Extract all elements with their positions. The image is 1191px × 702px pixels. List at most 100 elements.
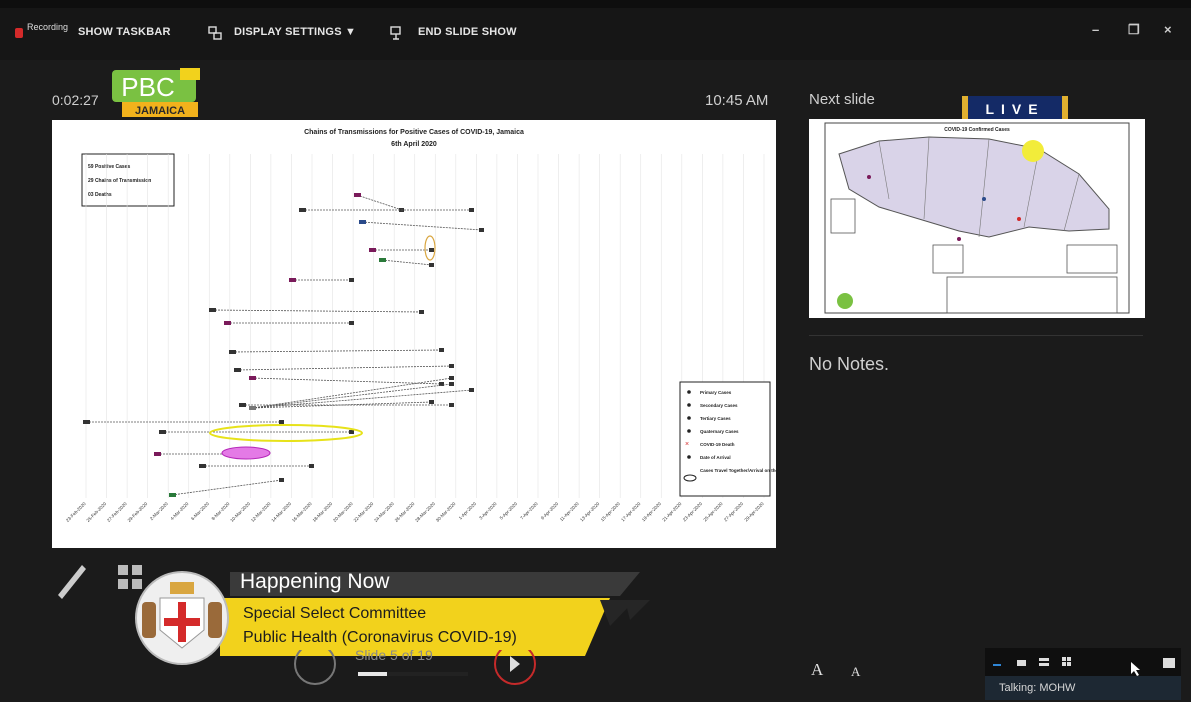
date-label: 12-Mar-2020	[250, 501, 272, 523]
minimize-button[interactable]: –	[1092, 22, 1099, 37]
case-marker	[419, 310, 424, 314]
case-marker	[369, 248, 376, 252]
case-marker	[449, 382, 454, 386]
display-settings-button[interactable]: DISPLAY SETTINGS ▼	[234, 26, 356, 38]
case-marker	[83, 420, 90, 424]
next-slide-nav-icon[interactable]	[492, 650, 538, 686]
case-marker	[299, 208, 306, 212]
date-label: 27-Apr-2020	[723, 501, 745, 523]
slide-title: Chains of Transmissions for Positive Cas…	[304, 129, 524, 136]
display-settings-icon	[208, 26, 222, 40]
speaker-view-icon	[1017, 660, 1026, 666]
list-view-icon	[1039, 658, 1049, 661]
gallery-view-icon	[1062, 657, 1066, 661]
case-marker	[224, 321, 231, 325]
restore-button[interactable]: ❐	[1128, 22, 1140, 38]
date-label: 10-Mar-2020	[229, 501, 251, 523]
date-label: 15-Apr-2020	[600, 501, 622, 523]
legend-entry: Quaternary Cases	[700, 429, 739, 434]
date-label: 1-Apr-2020	[458, 501, 478, 521]
map-highlight-circle	[1022, 140, 1044, 162]
slide-progress-fill	[358, 672, 387, 676]
case-marker	[199, 464, 206, 468]
recording-icon	[15, 28, 23, 38]
date-label: 11-Apr-2020	[559, 501, 580, 522]
date-label: 4-Mar-2020	[169, 501, 189, 521]
case-marker	[169, 493, 176, 497]
date-label: 24-Mar-2020	[373, 501, 395, 523]
case-marker	[279, 478, 284, 482]
date-label: 5-Apr-2020	[499, 501, 519, 521]
chain-link	[381, 259, 433, 266]
title-strip	[0, 0, 1191, 8]
date-label: 30-Mar-2020	[435, 501, 457, 523]
case-marker	[469, 208, 474, 212]
date-label: 23-Apr-2020	[682, 501, 704, 523]
date-label: 18-Mar-2020	[311, 501, 333, 523]
case-marker	[359, 220, 366, 224]
recording-label: Recording	[27, 22, 69, 32]
same-flight-ellipse	[209, 424, 363, 442]
case-marker	[209, 308, 216, 312]
next-slide-preview[interactable]: COVID-19 Confirmed Cases	[809, 119, 1145, 318]
case-marker	[354, 193, 361, 197]
date-label: 26-Mar-2020	[394, 501, 416, 523]
case-marker	[439, 348, 444, 352]
date-label: 9-Apr-2020	[540, 501, 560, 521]
date-label: 28-Mar-2020	[414, 501, 436, 523]
case-marker	[469, 388, 474, 392]
previous-slide-nav-icon[interactable]	[292, 650, 338, 686]
date-label: 29-Feb-2020	[127, 501, 149, 523]
close-button[interactable]: ×	[1164, 22, 1172, 37]
date-label: 3-Apr-2020	[478, 501, 498, 521]
date-label: 16-Mar-2020	[291, 501, 313, 523]
case-marker	[349, 321, 354, 325]
decrease-font-button[interactable]: A	[851, 664, 860, 680]
chain-link	[251, 377, 443, 385]
legend-entry: Secondary Cases	[700, 403, 738, 408]
slide-counter: Slide 5 of 19	[355, 647, 433, 663]
increase-font-button[interactable]: A	[811, 660, 823, 680]
case-marker	[479, 228, 484, 232]
case-marker	[234, 368, 241, 372]
next-slide-title: COVID-19 Confirmed Cases	[944, 127, 1010, 133]
legend-entry: COVID-19 Death	[700, 442, 735, 447]
case-marker	[429, 400, 434, 404]
date-label: 13-Apr-2020	[579, 501, 601, 523]
case-type-icon	[687, 416, 691, 420]
legend-box	[679, 381, 771, 497]
same-flight-ellipse	[221, 446, 271, 460]
legend-entry: Date of Arrival	[700, 455, 731, 460]
case-marker	[449, 364, 454, 368]
end-slide-show-button[interactable]: END SLIDE SHOW	[418, 26, 517, 38]
date-label: 20-Mar-2020	[332, 501, 354, 523]
date-label: 25-Feb-2020	[85, 501, 107, 523]
case-marker	[379, 258, 386, 262]
show-taskbar-button[interactable]: SHOW TASKBAR	[78, 26, 171, 38]
current-time: 10:45 AM	[705, 92, 769, 109]
next-slide-label: Next slide	[809, 91, 875, 108]
case-type-icon	[687, 429, 691, 433]
legend-entry: Primary Cases	[700, 390, 732, 395]
case-marker	[249, 376, 256, 380]
elapsed-timer: 0:02:27	[52, 92, 99, 108]
case-marker	[349, 430, 354, 434]
date-label: 17-Apr-2020	[620, 501, 642, 523]
talking-indicator: Talking: MOHW	[985, 676, 1181, 700]
svg-text:JAMAICA: JAMAICA	[135, 105, 185, 117]
case-marker	[289, 278, 296, 282]
minimize-view-icon	[993, 664, 1001, 666]
end-slideshow-icon	[390, 26, 401, 40]
slide-progress-bar	[358, 672, 468, 676]
date-label: 19-Apr-2020	[641, 501, 663, 523]
expand-icon	[1163, 658, 1175, 668]
case-marker	[449, 376, 454, 380]
case-marker	[429, 248, 434, 252]
case-marker	[154, 452, 161, 456]
case-marker	[309, 464, 314, 468]
summary-line: 03 Deaths	[88, 192, 112, 198]
cursor-icon	[1131, 662, 1140, 676]
case-marker	[279, 420, 284, 424]
date-label: 21-Apr-2020	[661, 501, 683, 523]
date-label: 23-Feb-2020	[65, 501, 87, 523]
